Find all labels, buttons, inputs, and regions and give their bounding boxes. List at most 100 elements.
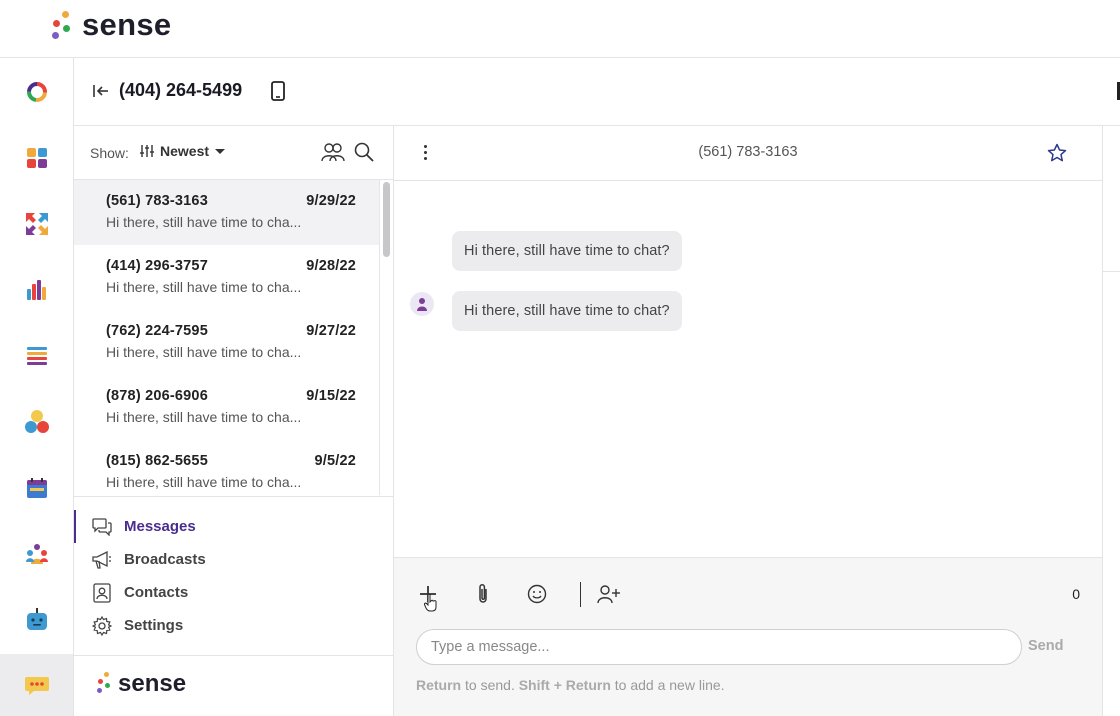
conversation-date: 9/27/22	[306, 323, 356, 339]
gear-icon	[92, 615, 112, 636]
conversation-preview: Hi there, still have time to cha...	[106, 214, 302, 230]
sort-value: Newest	[160, 143, 210, 159]
people-group-icon	[25, 544, 48, 564]
arrows-sync-icon	[25, 213, 48, 235]
conversation-number: (414) 296-3757	[106, 258, 208, 274]
message-composer: 0 Send Return to send. Shift + Return to…	[394, 557, 1102, 716]
rail-item-people[interactable]	[0, 522, 73, 586]
conversation-item[interactable]: (878) 206-6906 9/15/22 Hi there, still ha…	[74, 375, 380, 440]
chat-title: (561) 783-3163	[698, 144, 798, 160]
favorite-button[interactable]	[1047, 143, 1067, 168]
nav-contacts[interactable]: Contacts	[74, 576, 392, 609]
section-nav: Messages Broadcasts Contacts Settings	[74, 496, 394, 655]
search-button[interactable]	[354, 142, 374, 167]
logo-dots-icon	[48, 8, 72, 42]
hand-cursor-icon	[424, 594, 437, 612]
rail-item-dashboard-logo[interactable]	[0, 60, 73, 124]
rail-item-calendar[interactable]	[0, 456, 73, 520]
conversation-scrollbar[interactable]	[379, 180, 393, 495]
emoji-button[interactable]	[525, 582, 549, 606]
details-panel-edge	[1102, 126, 1120, 716]
bar-chart-icon	[26, 280, 46, 300]
rail-item-lists[interactable]	[0, 324, 73, 388]
conversation-item[interactable]: (561) 783-3163 9/29/22 Hi there, still ha…	[74, 180, 380, 245]
arrow-left-bar-icon	[93, 85, 108, 97]
add-contact-button[interactable]	[597, 582, 621, 606]
inbox-phone-number: (404) 264-5499	[119, 80, 243, 100]
logo-wordmark: sense	[82, 7, 172, 42]
circles-network-icon	[24, 410, 49, 433]
toolbar-divider	[580, 582, 581, 607]
search-icon	[354, 142, 374, 162]
conversation-preview: Hi there, still have time to cha...	[106, 344, 302, 360]
conversation-item[interactable]: (414) 296-3757 9/28/22 Hi there, still ha…	[74, 245, 380, 310]
list-icon	[26, 347, 47, 365]
conversation-date: 9/28/22	[306, 258, 356, 274]
sense-logo[interactable]: sense	[48, 7, 171, 43]
chat-header: (561) 783-3163	[394, 126, 1102, 181]
conversation-preview: Hi there, still have time to cha...	[106, 279, 302, 295]
conversation-number: (878) 206-6906	[106, 388, 208, 404]
message-bubble: Hi there, still have time to chat?	[452, 291, 682, 331]
keyboard-hint: Return to send. Shift + Return to add a …	[416, 677, 725, 693]
star-icon	[1047, 143, 1067, 162]
chat-bubble-icon	[24, 677, 49, 695]
contact-avatar-icon	[410, 292, 434, 316]
collapse-back-button[interactable]	[92, 82, 110, 100]
rail-item-sync[interactable]	[0, 192, 73, 256]
nav-settings-label: Settings	[124, 617, 184, 634]
message-bubble: Hi there, still have time to chat?	[452, 231, 682, 271]
sliders-icon	[140, 145, 154, 157]
messages-icon	[92, 517, 112, 537]
app-rail	[0, 58, 74, 716]
scrollbar-thumb[interactable]	[383, 182, 390, 257]
attach-button[interactable]	[471, 582, 495, 606]
conversation-number: (561) 783-3163	[106, 193, 208, 209]
rail-item-analytics[interactable]	[0, 258, 73, 322]
dashboard-tiles-icon	[26, 148, 47, 168]
hint-text-send: to send.	[461, 677, 519, 693]
send-button[interactable]: Send	[1028, 638, 1063, 654]
footer-wordmark: sense	[118, 670, 187, 697]
people-outline-icon	[321, 143, 345, 162]
conversation-panel: Show: Newest (561) 783-3163 9/29/22 Hi t…	[74, 126, 394, 716]
nav-messages[interactable]: Messages	[74, 510, 392, 543]
contact-card-icon	[92, 582, 112, 603]
panel-footer: sense	[74, 655, 394, 716]
donut-logo-icon	[26, 82, 47, 102]
sort-dropdown[interactable]: Newest	[140, 143, 226, 159]
rail-item-network[interactable]	[0, 390, 73, 454]
user-plus-icon	[597, 585, 620, 604]
conversation-preview: Hi there, still have time to cha...	[106, 474, 302, 490]
top-header: sense	[0, 0, 1120, 58]
calendar-icon	[26, 478, 47, 498]
filter-bar: Show: Newest	[74, 126, 394, 180]
divider	[1103, 271, 1120, 272]
rail-item-bot[interactable]	[0, 588, 73, 652]
nav-contacts-label: Contacts	[124, 584, 189, 601]
bot-icon	[26, 608, 47, 630]
paperclip-icon	[479, 584, 487, 603]
conversation-number: (762) 224-7595	[106, 323, 208, 339]
caret-down-icon	[215, 148, 226, 154]
conversation-item[interactable]: (815) 862-5655 9/5/22 Hi there, still hav…	[74, 440, 380, 495]
rail-item-tiles[interactable]	[0, 126, 73, 190]
conversation-preview: Hi there, still have time to cha...	[106, 409, 302, 425]
conversation-date: 9/29/22	[306, 193, 356, 209]
nav-broadcasts-label: Broadcasts	[124, 551, 206, 568]
chat-panel: (561) 783-3163 Hi there, still have time…	[394, 126, 1102, 716]
nav-settings[interactable]: Settings	[74, 609, 392, 642]
megaphone-icon	[92, 550, 112, 570]
rail-item-messaging[interactable]	[0, 654, 73, 716]
show-label: Show:	[90, 145, 129, 161]
nav-broadcasts[interactable]: Broadcasts	[74, 543, 392, 576]
smiley-icon	[527, 584, 547, 604]
logo-dots-icon	[94, 671, 112, 697]
message-input[interactable]	[416, 629, 1022, 665]
nav-messages-label: Messages	[124, 518, 196, 535]
conversation-date: 9/15/22	[306, 388, 356, 404]
hint-key-return: Return	[416, 677, 462, 693]
conversation-item[interactable]: (762) 224-7595 9/27/22 Hi there, still ha…	[74, 310, 380, 375]
group-contacts-button[interactable]	[320, 142, 346, 167]
character-count: 0	[1072, 586, 1080, 602]
